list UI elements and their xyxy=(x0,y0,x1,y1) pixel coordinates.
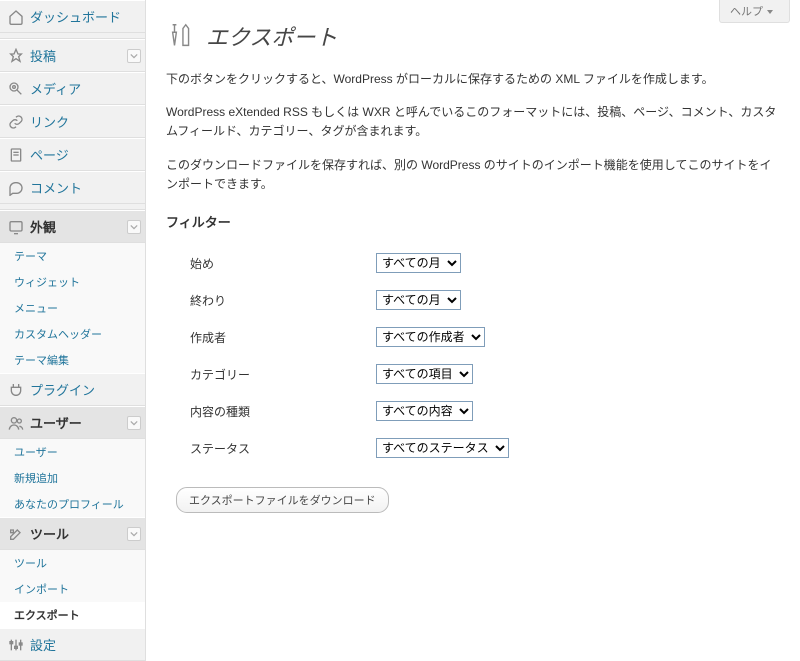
desc-p3: このダウンロードファイルを保存すれば、別の WordPress のサイトのインポ… xyxy=(166,156,780,194)
sidebar-label: ユーザー xyxy=(30,413,82,432)
sidebar-item-comments[interactable]: コメント xyxy=(0,171,145,204)
submenu-item[interactable]: ツール xyxy=(0,550,145,576)
chevron-down-icon[interactable] xyxy=(127,220,141,234)
sidebar-label: 投稿 xyxy=(30,46,56,65)
filter-heading: フィルター xyxy=(166,212,780,231)
sidebar-item-users[interactable]: ユーザー xyxy=(0,406,145,439)
sidebar-label: メディア xyxy=(30,79,81,98)
home-icon xyxy=(8,9,24,25)
submenu-item[interactable]: カスタムヘッダー xyxy=(0,321,145,347)
tools-icon xyxy=(8,526,24,542)
appearance-icon xyxy=(8,219,24,235)
chevron-down-icon[interactable] xyxy=(127,527,141,541)
submenu-item[interactable]: テーマ xyxy=(0,243,145,269)
submenu-item-export[interactable]: エクスポート xyxy=(0,602,145,628)
sidebar-item-pages[interactable]: ページ xyxy=(0,138,145,171)
users-icon xyxy=(8,415,24,431)
help-tab[interactable]: ヘルプ xyxy=(719,0,790,23)
desc-p2: WordPress eXtended RSS もしくは WXR と呼んでいるこの… xyxy=(166,103,780,141)
sidebar-label: ダッシュボード xyxy=(30,7,121,26)
submenu-appearance: テーマ ウィジェット メニュー カスタムヘッダー テーマ編集 xyxy=(0,243,145,373)
main-content: ヘルプ エクスポート 下のボタンをクリックすると、WordPress がローカル… xyxy=(146,0,800,661)
sidebar-item-dashboard[interactable]: ダッシュボード xyxy=(0,0,145,33)
page-title: エクスポート xyxy=(206,20,337,52)
field-label-end: 終わり xyxy=(166,282,366,319)
select-start[interactable]: すべての月 xyxy=(376,253,461,273)
media-icon xyxy=(8,81,24,97)
download-export-button[interactable]: エクスポートファイルをダウンロード xyxy=(176,487,389,513)
sidebar-item-settings[interactable]: 設定 xyxy=(0,628,145,661)
sidebar-label: ツール xyxy=(30,524,69,543)
sidebar-item-posts[interactable]: 投稿 xyxy=(0,39,145,72)
submenu-item[interactable]: 新規追加 xyxy=(0,465,145,491)
field-label-start: 始め xyxy=(166,245,366,282)
plugin-icon xyxy=(8,382,24,398)
sidebar-label: リンク xyxy=(30,112,69,131)
chevron-down-icon[interactable] xyxy=(127,416,141,430)
sidebar-label: 設定 xyxy=(30,635,56,654)
settings-icon xyxy=(8,637,24,653)
sidebar-label: 外観 xyxy=(30,217,56,236)
field-label-author: 作成者 xyxy=(166,319,366,356)
field-label-type: 内容の種類 xyxy=(166,393,366,430)
help-label: ヘルプ xyxy=(730,6,763,18)
sidebar-item-media[interactable]: メディア xyxy=(0,72,145,105)
select-category[interactable]: すべての項目 xyxy=(376,364,473,384)
select-status[interactable]: すべてのステータス xyxy=(376,438,509,458)
description: 下のボタンをクリックすると、WordPress がローカルに保存するための XM… xyxy=(166,70,780,194)
page-heading: エクスポート xyxy=(166,20,780,52)
select-end[interactable]: すべての月 xyxy=(376,290,461,310)
sidebar-item-plugins[interactable]: プラグイン xyxy=(0,373,145,406)
submenu-item[interactable]: インポート xyxy=(0,576,145,602)
submenu-users: ユーザー 新規追加 あなたのプロフィール xyxy=(0,439,145,517)
page-icon xyxy=(8,147,24,163)
sidebar-label: ページ xyxy=(30,145,69,164)
field-label-status: ステータス xyxy=(166,430,366,467)
submenu-item[interactable]: ウィジェット xyxy=(0,269,145,295)
submenu-item[interactable]: テーマ編集 xyxy=(0,347,145,373)
chevron-down-icon[interactable] xyxy=(127,49,141,63)
select-type[interactable]: すべての内容 xyxy=(376,401,473,421)
submenu-item[interactable]: ユーザー xyxy=(0,439,145,465)
desc-p1: 下のボタンをクリックすると、WordPress がローカルに保存するための XM… xyxy=(166,70,780,89)
select-author[interactable]: すべての作成者 xyxy=(376,327,485,347)
admin-sidebar: ダッシュボード 投稿 メディア リンク ページ コメント 外観 xyxy=(0,0,146,661)
comment-icon xyxy=(8,180,24,196)
sidebar-item-tools[interactable]: ツール xyxy=(0,517,145,550)
sidebar-label: コメント xyxy=(30,178,82,197)
sidebar-item-appearance[interactable]: 外観 xyxy=(0,210,145,243)
tools-icon xyxy=(166,20,198,52)
field-label-category: カテゴリー xyxy=(166,356,366,393)
link-icon xyxy=(8,114,24,130)
submenu-item[interactable]: メニュー xyxy=(0,295,145,321)
sidebar-label: プラグイン xyxy=(30,380,95,399)
sidebar-item-links[interactable]: リンク xyxy=(0,105,145,138)
submenu-item[interactable]: あなたのプロフィール xyxy=(0,491,145,517)
filter-table: 始め すべての月 終わり すべての月 作成者 すべての作成者 カテゴリー すべて… xyxy=(166,245,519,467)
submenu-tools: ツール インポート エクスポート xyxy=(0,550,145,628)
pin-icon xyxy=(8,48,24,64)
